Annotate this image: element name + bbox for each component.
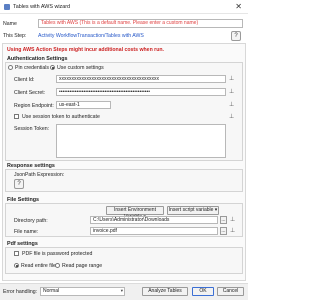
password-protected-label: PDF file is password protected xyxy=(22,251,93,257)
title-bar: Tables with AWS wizard ✕ xyxy=(0,0,248,14)
pin-icon[interactable]: ⊥ xyxy=(229,88,234,95)
browse-directory-button[interactable]: ... xyxy=(220,216,227,224)
directory-path-label: Directory path: xyxy=(14,218,48,224)
name-placeholder: Tables with AWS (This is a default name.… xyxy=(41,20,199,26)
cancel-button[interactable]: Cancel xyxy=(217,287,244,296)
read-entire-file-radio[interactable] xyxy=(14,263,19,268)
step-path-link[interactable]: Activity WorkflowTransaction/Tables with… xyxy=(38,33,144,39)
custom-settings-radio[interactable] xyxy=(50,65,55,70)
ok-button[interactable]: OK xyxy=(192,287,214,296)
pin-icon[interactable]: ⊥ xyxy=(229,113,234,120)
pin-credentials-radio[interactable] xyxy=(8,65,13,70)
error-handling-label: Error handling: xyxy=(3,289,38,295)
help-button[interactable]: ? xyxy=(231,31,241,41)
cost-warning: Using AWS Action Steps might incur addit… xyxy=(7,47,164,53)
pin-icon[interactable]: ⊥ xyxy=(230,227,235,234)
pin-icon[interactable]: ⊥ xyxy=(229,101,234,108)
step-label: This Step: xyxy=(3,33,27,39)
pin-icon[interactable]: ⊥ xyxy=(230,216,235,223)
read-entire-file-label: Read entire file xyxy=(21,263,56,269)
region-endpoint-label: Region Endpoint: xyxy=(14,103,54,109)
file-name-input[interactable]: invoice.pdf xyxy=(90,227,218,235)
client-secret-label: Client Secret: xyxy=(14,90,46,96)
browse-file-button[interactable]: ... xyxy=(220,227,227,235)
error-handling-value: Normal xyxy=(43,288,60,294)
file-name-label: File name: xyxy=(14,229,39,235)
read-page-range-radio[interactable] xyxy=(55,263,60,268)
directory-path-input[interactable]: C:\Users\Administrator\Downloads xyxy=(90,216,218,224)
chevron-down-icon: ▾ xyxy=(120,288,123,293)
name-input[interactable]: Tables with AWS (This is a default name.… xyxy=(38,19,243,28)
session-token-checkbox[interactable] xyxy=(14,114,19,119)
client-id-input[interactable]: xxxxxxxxxxxxxxxxxxxxxxxxxxxxxxxxxxxxxxxx xyxy=(56,75,226,83)
read-page-range-label: Read page range xyxy=(62,263,103,269)
client-secret-input[interactable]: ••••••••••••••••••••••••••••••••••••••••… xyxy=(56,88,226,96)
app-icon xyxy=(4,4,10,10)
insert-env-variable-button[interactable]: Insert Environment Variable ▾ xyxy=(106,206,164,220)
analyze-tables-button[interactable]: Analyze Tables xyxy=(142,287,188,296)
custom-settings-label: Use custom settings xyxy=(57,65,104,71)
window-title: Tables with AWS wizard xyxy=(13,4,71,10)
pin-credentials-label: Pin credentials xyxy=(15,65,50,71)
session-token-label: Session Token: xyxy=(14,126,50,132)
session-token-checkbox-label: Use session token to authenticate xyxy=(22,114,100,120)
client-id-label: Client Id: xyxy=(14,77,35,83)
password-protected-checkbox[interactable] xyxy=(14,251,19,256)
pin-icon[interactable]: ⊥ xyxy=(229,75,234,82)
jsonpath-help-button[interactable]: ? xyxy=(14,179,24,189)
jsonpath-label: JsonPath Expression: xyxy=(14,172,65,178)
name-label: Name xyxy=(3,21,17,27)
error-handling-select[interactable]: Normal ▾ xyxy=(40,287,125,296)
session-token-input[interactable] xyxy=(56,124,226,158)
insert-script-variable-button[interactable]: Insert script variable ▾ xyxy=(167,206,219,215)
close-icon[interactable]: ✕ xyxy=(235,2,242,11)
region-endpoint-input[interactable]: us-east-1 xyxy=(56,101,111,109)
